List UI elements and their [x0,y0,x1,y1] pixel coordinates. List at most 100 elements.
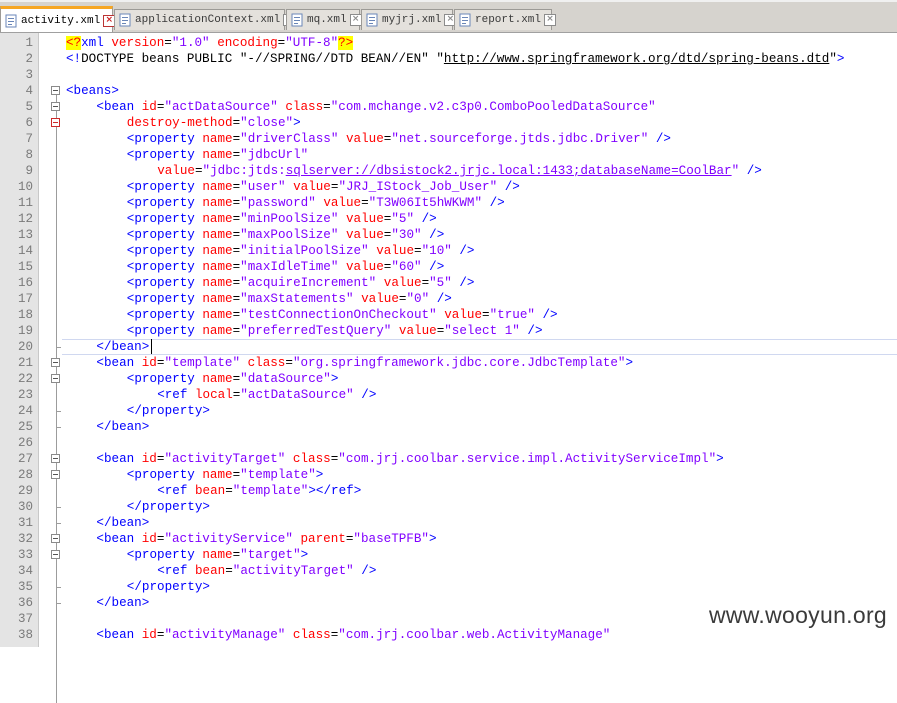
code-token: "testConnectionOnCheckout" [240,308,445,322]
code-line[interactable]: </bean> [96,595,149,611]
code-line[interactable]: <ref local="actDataSource" /> [157,387,376,403]
tab-activity-xml[interactable]: activity.xml × [0,6,116,32]
code-token: version [111,36,165,50]
code-line[interactable]: </bean> [96,515,149,531]
fold-toggle-icon[interactable] [51,454,60,463]
line-number: 23 [17,388,33,402]
line-number: 17 [17,292,33,306]
fold-toggle-icon[interactable] [51,534,60,543]
code-line[interactable]: <bean id="activityService" parent="baseT… [96,531,436,547]
fold-toggle-icon[interactable] [51,86,60,95]
code-token: id [141,356,157,370]
code-token: </bean> [96,340,150,354]
code-line[interactable]: <ref bean="template"></ref> [157,483,361,499]
code-line[interactable]: <property name="target"> [127,547,308,563]
code-line[interactable]: <?xml version="1.0" encoding="UTF-8"?> [66,35,354,51]
code-token: "60" [391,260,430,274]
code-line[interactable]: <!DOCTYPE beans PUBLIC "-//SPRING//DTD B… [66,51,844,67]
code-token: <property [126,260,203,274]
code-token: = [194,164,203,178]
code-line[interactable]: <property name="password" value="T3W06It… [127,195,505,211]
code-token: /> [459,276,475,290]
code-line[interactable]: <bean id="actDataSource" class="com.mcha… [96,99,655,115]
code-line[interactable]: </property> [127,499,210,515]
code-token: "jdbcUrl" [240,148,309,162]
tab-mq-xml[interactable]: mq.xml × [286,9,362,30]
fold-end-marker [56,347,61,348]
code-token: destroy-method [126,116,233,130]
code-line[interactable]: <property name="maxStatements" value="0"… [127,291,452,307]
line-number: 11 [17,196,33,210]
code-line[interactable]: <ref bean="activityTarget" /> [157,563,376,579]
fold-toggle-icon[interactable] [51,118,60,127]
code-line[interactable]: <bean id="activityManage" class="com.jrj… [96,627,610,643]
code-token: name [202,212,233,226]
fold-toggle-icon[interactable] [51,374,60,383]
fold-toggle-icon[interactable] [51,358,60,367]
code-line[interactable]: <property name="minPoolSize" value="5" /… [127,211,437,227]
fold-toggle-icon[interactable] [51,470,60,479]
code-line[interactable]: <property name="acquireIncrement" value=… [127,275,475,291]
code-line[interactable]: <property name="maxIdleTime" value="60" … [127,259,444,275]
line-number: 38 [17,628,33,642]
code-token: http://www.springframework.org/dtd/sprin… [443,52,830,66]
code-line[interactable]: <property name="dataSource"> [127,371,339,387]
line-number: 37 [17,612,33,626]
code-line[interactable]: <bean id="activityTarget" class="com.jrj… [96,451,723,467]
code-token: "initialPoolSize" [240,244,377,258]
line-number: 24 [17,404,33,418]
fold-toggle-icon[interactable] [51,550,60,559]
line-number: 30 [17,500,33,514]
code-token: = [225,484,233,498]
fold-toggle-icon[interactable] [51,102,60,111]
code-token: "30" [391,228,430,242]
code-line[interactable]: </property> [127,579,210,595]
tab-myjrj-xml[interactable]: myjrj.xml × [361,9,457,30]
close-tab-icon[interactable]: × [349,14,362,26]
fold-margin[interactable] [48,33,62,703]
code-line[interactable]: <property name="user" value="JRJ_IStock_… [127,179,520,195]
code-token: <ref [157,564,195,578]
code-token: > [330,372,339,386]
tab-label: activity.xml [21,14,101,27]
code-line[interactable]: <property name="jdbcUrl" [127,147,308,163]
tab-label: report.xml [475,14,542,26]
code-token: /> [746,164,762,178]
code-line[interactable]: <property name="preferredTestQuery" valu… [127,323,543,339]
code-line[interactable]: <bean id="template" class="org.springfra… [96,355,633,371]
code-line[interactable]: <beans> [66,83,119,99]
code-line[interactable]: </property> [127,403,210,419]
close-tab-icon[interactable]: × [544,14,557,26]
text-caret [150,339,152,354]
code-token: <bean [96,532,142,546]
code-token: </property> [126,580,210,594]
code-line[interactable]: </bean> [96,419,149,435]
code-token: id [141,100,157,114]
code-editor[interactable]: 1 2 3 4 5 6 7 8 9 10 11 12 13 14 15 16 17 18 19 20 21 22 23 24 2… [0,33,897,703]
code-token: id [141,628,157,642]
code-line[interactable]: <property name="initialPoolSize" value="… [127,243,475,259]
code-line[interactable]: destroy-method="close"> [127,115,301,131]
line-number: 1 [25,36,33,50]
code-token: <property [126,180,203,194]
code-line[interactable]: <property name="driverClass" value="net.… [127,131,671,147]
code-token: value [345,228,384,242]
code-token: <bean [96,452,142,466]
code-token: "user" [240,180,294,194]
code-token: "activityManage" [164,628,293,642]
code-token: /> [527,324,543,338]
code-token: local [194,388,233,402]
code-token: name [202,324,233,338]
tab-report-xml[interactable]: report.xml × [454,9,557,30]
code-token: name [202,196,233,210]
code-line[interactable]: <property name="template"> [127,467,324,483]
code-token: "password" [240,196,324,210]
code-line[interactable]: </bean> [96,339,149,355]
code-token: = [482,308,490,322]
code-token: = [225,564,233,578]
code-line[interactable]: <property name="maxPoolSize" value="30" … [127,227,444,243]
code-line[interactable]: value="jdbc:jtds:sqlserver://dbsistock2.… [157,163,762,179]
tab-applicationcontext-xml[interactable]: applicationContext.xml × [114,9,296,30]
code-line[interactable]: <property name = "testConnectionOnCheckout… [127,307,558,323]
code-token: > [300,548,309,562]
